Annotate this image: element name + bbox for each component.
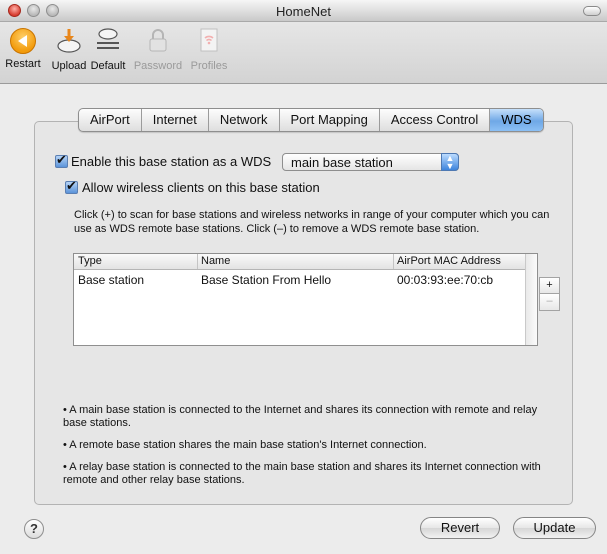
upload-button[interactable]: Upload	[48, 26, 90, 72]
help-button[interactable]: ?	[24, 519, 44, 539]
tab-bar: AirPort Internet Network Port Mapping Ac…	[78, 108, 544, 132]
revert-button[interactable]: Revert	[420, 517, 500, 539]
allow-clients-label: Allow wireless clients on this base stat…	[82, 180, 320, 195]
window-title: HomeNet	[276, 4, 331, 19]
popup-arrows-icon: ▲ ▼	[441, 153, 459, 171]
restart-button[interactable]: Restart	[2, 26, 44, 70]
upload-label: Upload	[51, 60, 87, 72]
profiles-button[interactable]: Profiles	[186, 26, 232, 72]
tab-wds[interactable]: WDS	[489, 109, 543, 131]
wds-table[interactable]: Type Name AirPort MAC Address Base stati…	[73, 253, 538, 346]
enable-wds-label: Enable this base station as a WDS	[71, 154, 272, 169]
note-remote: • A remote base station shares the main …	[63, 439, 427, 451]
allow-clients-checkbox[interactable]	[65, 178, 78, 194]
profiles-icon	[195, 26, 223, 54]
tab-internet[interactable]: Internet	[140, 109, 208, 131]
tab-access-control[interactable]: Access Control	[378, 109, 489, 131]
restart-icon	[10, 26, 36, 54]
default-label: Default	[90, 60, 126, 72]
tab-network[interactable]: Network	[207, 109, 279, 131]
password-label: Password	[133, 60, 183, 72]
add-remove-buttons: + –	[539, 277, 560, 311]
window: HomeNet Restart Upload Default Password …	[0, 0, 607, 554]
restart-label: Restart	[5, 58, 41, 70]
profiles-label: Profiles	[190, 60, 228, 72]
default-icon	[94, 26, 122, 54]
lock-icon	[144, 26, 172, 54]
tab-port-mapping[interactable]: Port Mapping	[278, 109, 379, 131]
wds-notes: • A main base station is connected to th…	[63, 404, 548, 496]
wds-mode-popup[interactable]: main base station ▲ ▼	[282, 153, 459, 171]
default-button[interactable]: Default	[86, 26, 130, 72]
toolbar-toggle-button[interactable]	[583, 6, 601, 16]
column-header-mac[interactable]: AirPort MAC Address	[397, 255, 501, 267]
table-header: Type Name AirPort MAC Address	[74, 254, 525, 270]
tab-airport[interactable]: AirPort	[79, 109, 141, 131]
note-relay: • A relay base station is connected to t…	[63, 461, 541, 486]
column-header-name[interactable]: Name	[201, 255, 230, 267]
table-scrollbar[interactable]	[525, 254, 537, 345]
enable-wds-checkbox[interactable]	[55, 152, 68, 168]
title-bar: HomeNet	[0, 0, 607, 22]
toolbar: Restart Upload Default Password Profiles	[0, 22, 607, 84]
cell-name: Base Station From Hello	[201, 273, 332, 287]
password-button[interactable]: Password	[132, 26, 184, 72]
cell-mac: 00:03:93:ee:70:cb	[397, 273, 494, 287]
update-button[interactable]: Update	[513, 517, 596, 539]
column-header-type[interactable]: Type	[78, 255, 102, 267]
add-button[interactable]: +	[539, 277, 560, 294]
cell-type: Base station	[78, 273, 145, 287]
wds-instructions: Click (+) to scan for base stations and …	[74, 209, 550, 235]
remove-button[interactable]: –	[539, 294, 560, 311]
wds-mode-value: main base station	[291, 155, 393, 170]
note-main: • A main base station is connected to th…	[63, 404, 538, 429]
upload-icon	[55, 26, 83, 54]
